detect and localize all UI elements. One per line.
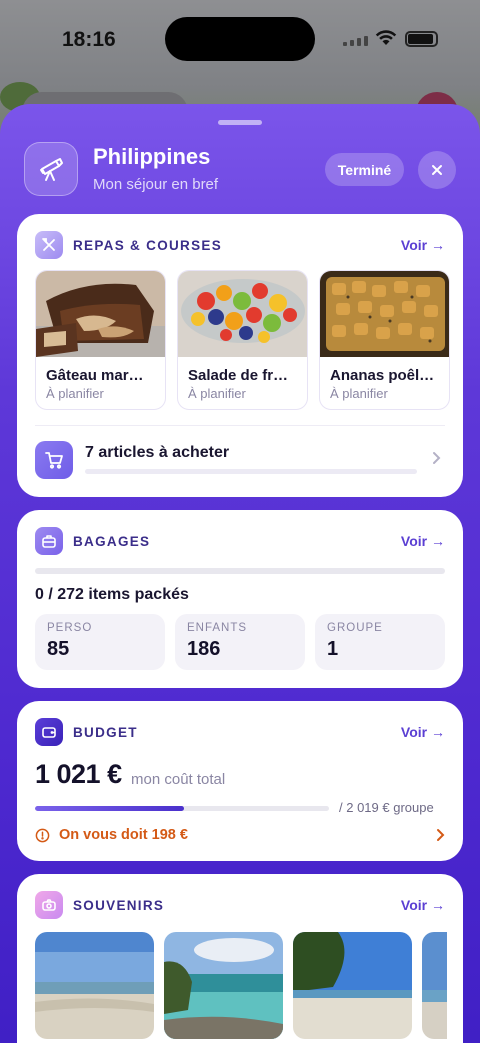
wallet-icon bbox=[35, 718, 63, 746]
meal-image bbox=[178, 271, 307, 357]
tile-label: PERSO bbox=[47, 622, 93, 634]
category-tile-enfants[interactable]: ENFANTS 186 bbox=[175, 614, 305, 670]
souvenir-photo[interactable] bbox=[422, 932, 447, 1039]
category-tile-perso[interactable]: PERSO 85 bbox=[35, 614, 165, 670]
budget-share-fill bbox=[35, 806, 184, 811]
shopping-progress-bar bbox=[85, 469, 417, 474]
close-icon bbox=[432, 165, 442, 175]
trip-subtitle: Mon séjour en bref bbox=[93, 176, 219, 193]
close-button[interactable] bbox=[418, 151, 456, 189]
meal-name: Salade de fr… bbox=[188, 367, 289, 384]
bagages-card-title: BAGAGES bbox=[73, 533, 151, 549]
tile-label: ENFANTS bbox=[187, 622, 248, 634]
alert-circle-icon bbox=[35, 828, 50, 842]
meal-card-pineapple[interactable]: Ananas poêl… À planifier bbox=[319, 270, 450, 410]
souvenir-photo[interactable] bbox=[35, 932, 154, 1039]
souvenirs-card: SOUVENIRS Voir → bbox=[17, 874, 463, 1043]
telescope-icon bbox=[24, 142, 78, 196]
cart-icon bbox=[35, 441, 73, 479]
meals-divider bbox=[35, 425, 445, 426]
sheet-grabber[interactable] bbox=[218, 120, 262, 125]
suitcase-icon bbox=[35, 527, 63, 555]
meals-list: Gâteau mar… À planifier Salade de fr… À … bbox=[35, 270, 450, 410]
meal-name: Gâteau mar… bbox=[46, 367, 144, 384]
total-cost-amount: 1 021 € bbox=[35, 759, 122, 789]
packing-categories: PERSO 85 ENFANTS 186 GROUPE 1 bbox=[35, 614, 445, 670]
chevron-right-icon bbox=[437, 829, 445, 841]
meal-status: À planifier bbox=[330, 386, 388, 401]
owed-row[interactable]: On vous doit 198 € bbox=[35, 825, 445, 845]
budget-share-bar bbox=[35, 806, 329, 811]
packing-progress-bar bbox=[35, 568, 445, 574]
owed-amount: On vous doit 198 € bbox=[59, 827, 188, 843]
category-tile-groupe[interactable]: GROUPE 1 bbox=[315, 614, 445, 670]
camera-icon bbox=[35, 891, 63, 919]
souvenirs-photos bbox=[35, 932, 447, 1039]
utensils-icon bbox=[35, 231, 63, 259]
tile-value: 186 bbox=[187, 638, 221, 660]
meals-card: REPAS & COURSES Voir → Gâteau mar… À pla… bbox=[17, 214, 463, 497]
bagages-card-header: BAGAGES Voir → bbox=[35, 526, 445, 556]
souvenirs-card-header: SOUVENIRS Voir → bbox=[35, 890, 445, 920]
done-button[interactable]: Terminé bbox=[325, 153, 404, 186]
meal-status: À planifier bbox=[46, 386, 104, 401]
battery-icon bbox=[405, 31, 438, 47]
status-bar: 18:16 bbox=[0, 0, 480, 80]
souvenir-photo[interactable] bbox=[164, 932, 283, 1039]
shopping-count: 7 articles à acheter bbox=[85, 444, 230, 461]
meal-status: À planifier bbox=[188, 386, 246, 401]
group-total: / 2 019 € groupe bbox=[339, 800, 434, 815]
meals-card-title: REPAS & COURSES bbox=[73, 237, 223, 253]
souvenirs-card-title: SOUVENIRS bbox=[73, 897, 165, 913]
tile-value: 85 bbox=[47, 638, 70, 660]
bagages-see-link[interactable]: Voir → bbox=[401, 533, 445, 549]
meals-see-link[interactable]: Voir → bbox=[401, 237, 445, 253]
tile-label: GROUPE bbox=[327, 622, 383, 634]
bagages-card: BAGAGES Voir → 0 / 272 items packés PERS… bbox=[17, 510, 463, 688]
dynamic-island bbox=[165, 17, 315, 61]
budget-card-header: BUDGET Voir → bbox=[35, 717, 445, 747]
souvenir-photo[interactable] bbox=[293, 932, 412, 1039]
souvenirs-see-link[interactable]: Voir → bbox=[401, 897, 445, 913]
meal-card-fruit-salad[interactable]: Salade de fr… À planifier bbox=[177, 270, 308, 410]
budget-card-title: BUDGET bbox=[73, 724, 138, 740]
chevron-right-icon bbox=[433, 452, 441, 464]
wifi-icon bbox=[375, 30, 397, 45]
packed-count: 0 / 272 items packés bbox=[35, 586, 189, 603]
budget-see-link[interactable]: Voir → bbox=[401, 724, 445, 740]
meal-image bbox=[320, 271, 449, 357]
trip-title: Philippines bbox=[93, 144, 211, 169]
meals-card-header: REPAS & COURSES Voir → bbox=[35, 230, 445, 260]
meal-name: Ananas poêl… bbox=[330, 367, 435, 384]
total-cost-caption: mon coût total bbox=[131, 771, 226, 788]
tile-value: 1 bbox=[327, 638, 339, 660]
trip-summary-sheet: Philippines Mon séjour en bref Terminé R… bbox=[0, 104, 480, 1043]
status-time: 18:16 bbox=[62, 28, 116, 51]
meal-card-marble-cake[interactable]: Gâteau mar… À planifier bbox=[35, 270, 166, 410]
shopping-list-row[interactable]: 7 articles à acheter bbox=[35, 440, 445, 480]
budget-card: BUDGET Voir → 1 021 € mon coût total / 2… bbox=[17, 701, 463, 861]
signal-icon bbox=[343, 36, 368, 46]
meal-image bbox=[36, 271, 165, 357]
